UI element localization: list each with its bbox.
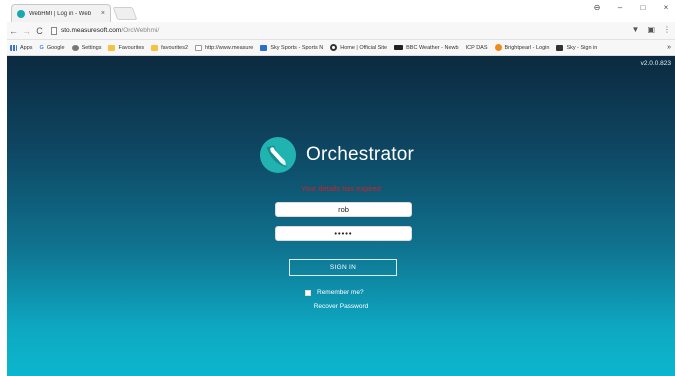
toolbar-extensions: ▼ ▣ ⋮ — [632, 25, 671, 34]
bookmark-label: Settings — [81, 44, 102, 51]
apps-grid-icon — [10, 44, 17, 51]
bookmark-item[interactable]: Home | Official Site — [330, 44, 387, 51]
remember-me[interactable]: Remember me? — [305, 289, 364, 296]
bookmark-label: favourites2 — [161, 44, 189, 51]
webhmi-favicon-icon — [17, 9, 25, 18]
sky-icon — [556, 44, 564, 51]
bookmark-item[interactable]: Apps — [10, 44, 33, 51]
extension-icon[interactable]: ▣ — [647, 25, 655, 34]
sky-sports-icon — [260, 44, 268, 51]
sign-in-button[interactable]: SIGN IN — [289, 259, 397, 276]
bookmark-item[interactable]: Sky Sports - Sports N — [260, 44, 324, 51]
folder-icon — [108, 44, 116, 51]
google-icon: G — [39, 44, 44, 51]
brightpearl-icon — [494, 44, 502, 51]
orchestrator-logo-icon — [259, 136, 297, 174]
address-bar[interactable]: sto.measuresoft.com/OrcWebhmi/ — [51, 24, 626, 37]
recover-password-link[interactable]: Recover Password — [314, 303, 369, 310]
bookmark-item[interactable]: G Google — [40, 45, 65, 51]
ring-icon — [330, 44, 338, 51]
bookmark-item[interactable]: Brightpearl - Login — [494, 44, 550, 51]
bookmark-item[interactable]: Sky - Sign in — [556, 44, 598, 51]
forward-button[interactable]: → — [20, 26, 33, 36]
close-window-button[interactable]: × — [661, 3, 671, 12]
bookmark-label: ICP DAS — [465, 44, 488, 51]
tab-close-icon[interactable]: × — [101, 10, 105, 17]
profile-icon[interactable]: ⊖ — [592, 3, 602, 12]
bookmark-item[interactable]: ICP DAS — [466, 45, 488, 51]
maximize-button[interactable]: □ — [638, 3, 648, 12]
bookmark-label: http://www.measure — [205, 44, 254, 51]
error-message: Your details has expired — [301, 184, 381, 193]
url-host: sto.measuresoft.com — [61, 27, 122, 34]
password-input[interactable] — [275, 226, 412, 241]
bookmark-label: Sky Sports - Sports N — [270, 44, 324, 51]
bookmark-item[interactable]: http://www.measure — [195, 44, 254, 51]
remember-me-label: Remember me? — [317, 289, 364, 296]
menu-icon[interactable]: ⋮ — [663, 25, 671, 34]
tab-strip: WebHMI | Log in - Web × ⊖ – □ × — [7, 0, 675, 22]
browser-window: WebHMI | Log in - Web × ⊖ – □ × ← → C st… — [7, 0, 675, 376]
tab-title: WebHMI | Log in - Web — [29, 10, 92, 17]
bbc-icon — [394, 45, 404, 50]
bookmark-label: Favourites — [118, 44, 145, 51]
brand: Orchestrator — [259, 136, 414, 174]
username-input[interactable] — [275, 202, 412, 217]
bookmark-label: Home | Official Site — [340, 44, 388, 51]
bookmark-label: Google — [46, 44, 65, 51]
minimize-button[interactable]: – — [615, 3, 625, 12]
bookmark-label: BBC Weather - Newb — [406, 44, 459, 51]
bookmark-item[interactable]: Settings — [71, 44, 102, 51]
bookmark-item[interactable]: Favourites — [108, 44, 145, 51]
remember-me-checkbox[interactable] — [305, 289, 311, 296]
new-tab-button[interactable] — [112, 7, 138, 20]
bookmark-label: Apps — [20, 44, 33, 51]
back-button[interactable]: ← — [7, 26, 20, 36]
bookmarks-overflow-icon[interactable]: » — [667, 44, 671, 51]
site-icon — [195, 44, 203, 51]
page-icon — [51, 26, 57, 35]
bookmark-item[interactable]: BBC Weather - Newb — [394, 44, 459, 51]
bookmarks-list: Apps G Google Settings Favourites favourites2… — [7, 44, 604, 51]
window-controls: ⊖ – □ × — [592, 3, 671, 12]
browser-toolbar: ← → C sto.measuresoft.com/OrcWebhmi/ ▼ ▣… — [7, 22, 675, 40]
filter-icon[interactable]: ▼ — [632, 25, 640, 34]
login-page: v2.0.0.823 Orchestrator Your details has… — [7, 56, 675, 376]
version-label: v2.0.0.823 — [640, 60, 671, 67]
gear-icon — [71, 44, 79, 51]
bookmark-label: Brightpearl - Login — [504, 44, 550, 51]
bookmark-item[interactable]: favourites2 — [151, 44, 189, 51]
folder-icon — [151, 44, 159, 51]
reload-button[interactable]: C — [33, 26, 46, 36]
bookmark-label: Sky - Sign in — [566, 44, 598, 51]
brand-name: Orchestrator — [306, 144, 414, 165]
url-path: /OrcWebhmi/ — [121, 27, 160, 34]
bookmarks-bar: Apps G Google Settings Favourites favourites2… — [7, 40, 675, 56]
browser-tab[interactable]: WebHMI | Log in - Web × — [11, 4, 111, 22]
